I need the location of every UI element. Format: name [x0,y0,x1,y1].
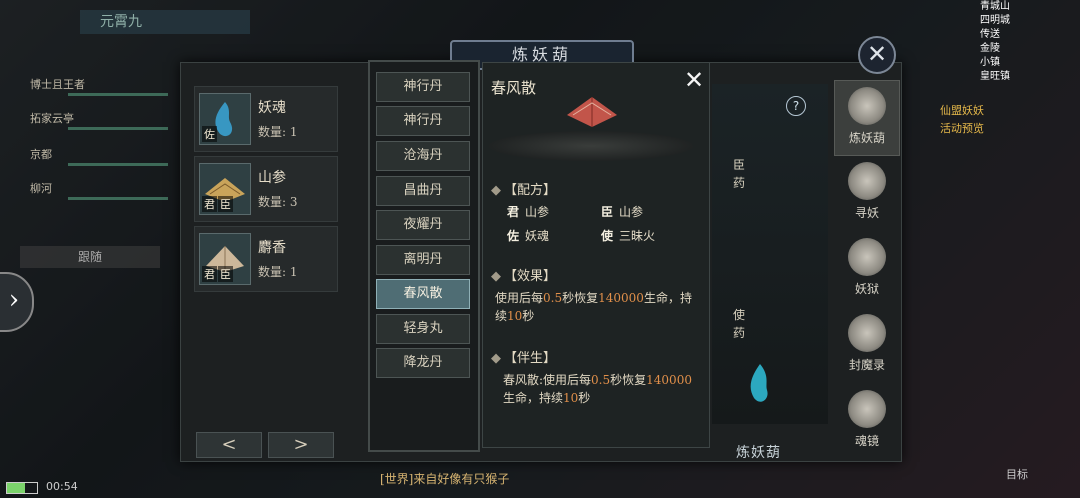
swirl-icon [848,162,886,200]
chat-line[interactable]: [世界]来自好像有只猴子 [380,470,509,487]
slot-shi-label: 使药 [732,308,745,340]
recipe-item[interactable]: 夜耀丹 [376,210,470,240]
party-member[interactable]: 博士且王者 [30,76,170,98]
formula-entry: 君山参 [507,205,550,219]
recipe-item[interactable]: 降龙丹 [376,348,470,378]
clock-time: 00:54 [46,480,78,493]
help-icon[interactable]: ? [786,96,806,116]
effect-text: 使用后每0.5秒恢复140000生命，持续10秒 [495,291,692,323]
ingredient-item[interactable]: 君 臣 麝香 数量: 1 [194,226,338,292]
tab-demon-prison[interactable]: 妖狱 [834,232,900,308]
recipe-item[interactable]: 昌曲丹 [376,176,470,206]
formula-entry: 使三昧火 [601,229,656,243]
recipe-list: 神行丹 神行丹 沧海丹 昌曲丹 夜耀丹 离明丹 春风散 轻身丸 降龙丹 [368,60,480,452]
mask-icon [848,314,886,352]
recipe-item[interactable]: 轻身丸 [376,314,470,344]
refine-button[interactable]: 炼妖葫 [736,442,781,462]
companion-heading: ◆ 【伴生】 [491,351,557,366]
ingredient-list: 佐 妖魂 数量: 1 君 臣 山参 数量: 3 君 臣 麝香 数量: 1 [194,86,338,292]
prev-page-button[interactable]: < [196,432,262,458]
formula-entry: 臣山参 [601,205,644,219]
party-member[interactable]: 拓家云亭 [30,110,170,132]
minimap-list[interactable]: 青城山 四明城 传送 金陵 小镇 皇旺镇 [980,0,1080,84]
tab-refine-gourd[interactable]: 炼妖葫 [834,80,900,156]
next-page-button[interactable]: > [268,432,334,458]
recipe-item[interactable]: 神行丹 [376,106,470,136]
formula-entry: 佐妖魂 [507,229,550,243]
side-tabs: 炼妖葫 寻妖 妖狱 封魔录 魂镜 [834,80,900,460]
soul-flame-icon [750,364,768,402]
activity-text[interactable]: 仙盟妖妖 活动预览 [940,102,984,138]
ginseng-icon: 君 臣 [199,163,251,215]
slot-chen-label: 臣药 [732,158,745,190]
player-name: 元霄九 [80,10,250,34]
follow-button[interactable]: 跟随 [20,246,160,268]
battery-icon [6,482,38,494]
item-stage [489,131,693,161]
recipe-item-selected[interactable]: 春风散 [376,279,470,309]
panel-close-button[interactable]: ✕ [858,36,896,74]
party-member[interactable]: 京都 [30,146,170,168]
tower-icon [848,238,886,276]
soul-icon: 佐 [199,93,251,145]
companion-text: 春风散:使用后每0.5秒恢复140000生命，持续10秒 [503,373,692,405]
formula-heading: ◆ 【配方】 [491,183,557,198]
tab-soul-mirror[interactable]: 魂镜 [834,384,900,460]
recipe-item[interactable]: 神行丹 [376,72,470,102]
party-member[interactable]: 柳河 [30,180,170,202]
target-button[interactable]: 目标 [1006,466,1028,482]
detail-title: 春风散 [491,79,537,97]
musk-icon: 君 臣 [199,233,251,285]
powder-packet-icon [567,97,617,127]
gourd-icon [848,87,886,125]
fox-icon [848,390,886,428]
effect-heading: ◆ 【效果】 [491,269,557,284]
tab-seek-demon[interactable]: 寻妖 [834,156,900,232]
ingredient-item[interactable]: 君 臣 山参 数量: 3 [194,156,338,222]
tab-seal-record[interactable]: 封魔录 [834,308,900,384]
detail-close-button[interactable]: ✕ [681,67,707,93]
recipe-detail: 春风散 ✕ ◆ 【配方】 君山参 臣山参 佐妖魂 使三昧火 ◆ 【效果】 使用后每0… [482,62,710,448]
ingredient-item[interactable]: 佐 妖魂 数量: 1 [194,86,338,152]
recipe-item[interactable]: 离明丹 [376,245,470,275]
recipe-item[interactable]: 沧海丹 [376,141,470,171]
